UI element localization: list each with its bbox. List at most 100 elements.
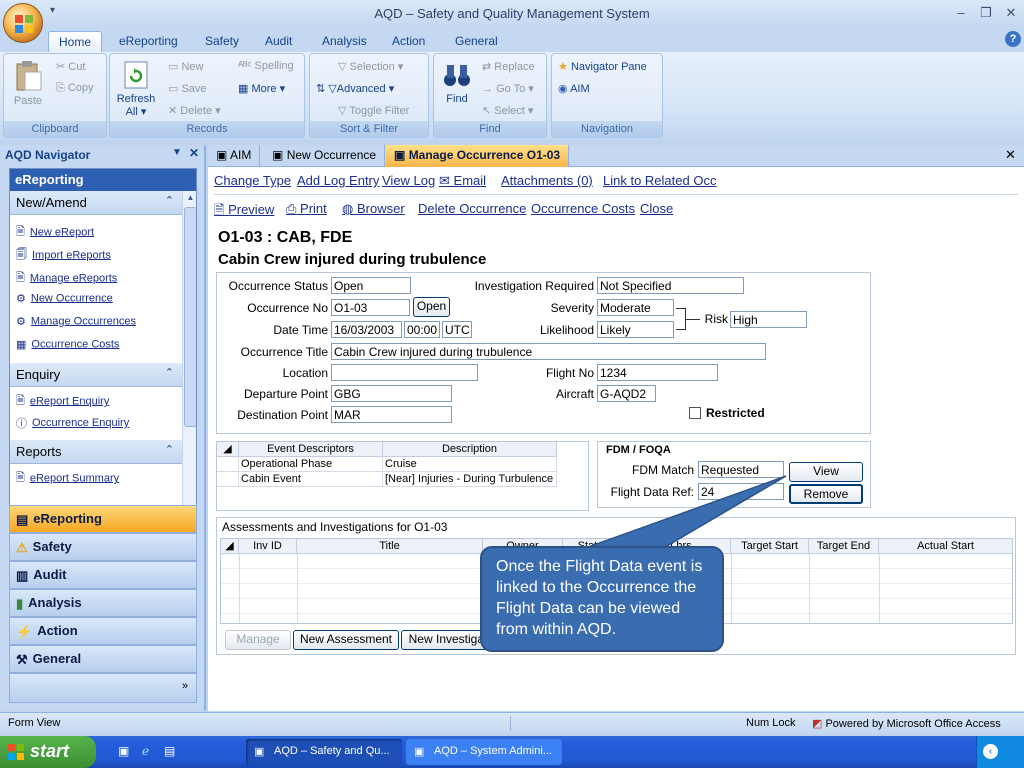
- nav-general-button[interactable]: ⚒ General: [9, 645, 197, 673]
- investigation-field[interactable]: Not Specified: [597, 277, 744, 294]
- replace-button[interactable]: ⇄ Replace: [482, 60, 535, 73]
- grid-selector-header[interactable]: ◢: [217, 442, 239, 457]
- table-cell[interactable]: [Near] Injuries - During Turbulence: [383, 472, 557, 487]
- new-assessment-button[interactable]: New Assessment: [293, 630, 399, 650]
- tab-ereporting[interactable]: eReporting: [109, 31, 188, 52]
- nav-ereport-summary[interactable]: 🗎 eReport Summary: [16, 469, 119, 489]
- doc-tab-new-occurrence[interactable]: ▣ New Occurrence: [264, 145, 386, 167]
- grid-selector-header[interactable]: ◢: [221, 539, 239, 554]
- delete-button[interactable]: ✕ Delete ▾: [168, 104, 221, 117]
- browser-link[interactable]: ◍ Browser: [342, 201, 405, 217]
- risk-field[interactable]: High: [730, 311, 807, 328]
- fdm-remove-button[interactable]: Remove: [789, 484, 863, 504]
- start-button[interactable]: start: [0, 736, 96, 768]
- location-field[interactable]: [331, 364, 478, 381]
- date-field[interactable]: 16/03/2003: [331, 321, 402, 338]
- office-button[interactable]: [3, 3, 43, 43]
- save-button[interactable]: ▭ Save: [168, 82, 207, 95]
- delete-occurrence-link[interactable]: Delete Occurrence: [418, 201, 526, 216]
- nav-occurrence-enquiry[interactable]: ⓘ Occurrence Enquiry: [16, 415, 129, 435]
- email-link[interactable]: ✉ Email: [439, 173, 486, 189]
- toggle-filter-button[interactable]: ▽ Toggle Filter: [338, 104, 409, 117]
- close-link[interactable]: Close: [640, 201, 673, 216]
- selection-button[interactable]: ▽ Selection ▾: [338, 60, 403, 73]
- quicklaunch-app-icon[interactable]: ▤: [164, 744, 175, 758]
- severity-field[interactable]: Moderate: [597, 299, 674, 316]
- view-log-link[interactable]: View Log: [382, 173, 435, 188]
- doc-tab-aim[interactable]: ▣ AIM: [208, 145, 261, 167]
- advanced-button[interactable]: ⇅ ▽Advanced ▾: [316, 82, 394, 95]
- nav-new-ereport[interactable]: 🗎 New eReport: [16, 223, 94, 243]
- tab-audit[interactable]: Audit: [255, 31, 302, 52]
- goto-button[interactable]: → Go To ▾: [482, 82, 534, 95]
- table-cell[interactable]: Cruise: [383, 457, 557, 472]
- doc-tab-manage-occurrence[interactable]: ▣ Manage Occurrence O1-03: [386, 145, 570, 167]
- destination-field[interactable]: MAR: [331, 406, 452, 423]
- flightno-field[interactable]: 1234: [597, 364, 718, 381]
- title-field[interactable]: Cabin Crew injured during trubulence: [331, 343, 766, 360]
- occno-field[interactable]: O1-03: [331, 299, 410, 316]
- nav-audit-button[interactable]: ▥ Audit: [9, 561, 197, 589]
- taskbar-item-aqd-safety[interactable]: ▣ AQD – Safety and Qu...: [246, 739, 402, 765]
- departure-field[interactable]: GBG: [331, 385, 452, 402]
- copy-button[interactable]: ⎘ Copy: [56, 82, 94, 95]
- cut-button[interactable]: ✂ Cut: [56, 60, 85, 73]
- section-reports[interactable]: Reports ⌃: [10, 440, 182, 464]
- overflow-chevron-icon[interactable]: »: [182, 680, 188, 692]
- tab-general[interactable]: General: [445, 31, 508, 52]
- restricted-checkbox[interactable]: [689, 407, 701, 419]
- open-button[interactable]: Open: [413, 297, 450, 317]
- taskbar-item-aqd-admin[interactable]: ▣ AQD – System Admini...: [406, 739, 562, 765]
- navigator-close-icon[interactable]: ✕: [189, 146, 199, 160]
- occurrence-costs-link[interactable]: Occurrence Costs: [531, 201, 635, 216]
- quick-access-icon[interactable]: ▾: [50, 5, 55, 16]
- select-button[interactable]: ↖ Select ▾: [482, 104, 533, 117]
- link-related-occ-link[interactable]: Link to Related Occ: [603, 173, 716, 188]
- actual-start-header[interactable]: Actual Start: [879, 539, 1013, 554]
- manage-button[interactable]: Manage: [225, 630, 291, 650]
- paste-button[interactable]: Paste: [10, 60, 46, 107]
- row-selector[interactable]: [217, 472, 239, 487]
- nav-import-ereports[interactable]: 🗐 Import eReports: [16, 246, 111, 266]
- navigator-pane-button[interactable]: ★ Navigator Pane: [558, 60, 647, 73]
- close-document-icon[interactable]: ✕: [1005, 147, 1016, 163]
- nav-action-button[interactable]: ⚡ Action: [9, 617, 197, 645]
- add-log-entry-link[interactable]: Add Log Entry: [297, 173, 379, 188]
- likelihood-field[interactable]: Likely: [597, 321, 674, 338]
- table-cell[interactable]: Operational Phase: [239, 457, 383, 472]
- nav-occurrence-costs[interactable]: ▦ Occurrence Costs: [16, 338, 119, 358]
- new-button[interactable]: ▭ New: [168, 60, 203, 73]
- section-new-amend[interactable]: New/Amend ⌃: [10, 191, 182, 215]
- tab-home[interactable]: Home: [48, 31, 103, 52]
- inv-title-header[interactable]: Title: [297, 539, 483, 554]
- print-link[interactable]: ⎙ Print: [286, 201, 327, 217]
- preview-link[interactable]: 🗎 Preview: [214, 201, 274, 223]
- target-end-header[interactable]: Target End: [809, 539, 879, 554]
- tray-expand-icon[interactable]: ‹: [983, 744, 998, 759]
- tab-safety[interactable]: Safety: [195, 31, 249, 52]
- event-descriptors-header[interactable]: Event Descriptors: [239, 442, 383, 457]
- find-button[interactable]: Find: [438, 60, 476, 105]
- status-field[interactable]: Open: [331, 277, 411, 294]
- spelling-button[interactable]: ᴬᴮᶜ Spelling: [238, 60, 294, 72]
- tab-analysis[interactable]: Analysis: [312, 31, 377, 52]
- table-cell[interactable]: Cabin Event: [239, 472, 383, 487]
- quicklaunch-ie-icon[interactable]: ℯ: [142, 744, 149, 758]
- fdm-view-button[interactable]: View: [789, 462, 863, 482]
- help-icon[interactable]: ?: [1005, 31, 1021, 47]
- nav-safety-button[interactable]: ⚠ Safety: [9, 533, 197, 561]
- navigator-dropdown-icon[interactable]: ▼: [172, 147, 182, 158]
- change-type-link[interactable]: Change Type: [214, 173, 291, 188]
- quicklaunch-desktop-icon[interactable]: ▣: [118, 744, 129, 758]
- tab-action[interactable]: Action: [382, 31, 435, 52]
- minimize-icon[interactable]: –: [950, 4, 972, 22]
- inv-id-header[interactable]: Inv ID: [239, 539, 297, 554]
- close-icon[interactable]: ✕: [1000, 4, 1022, 22]
- time-field[interactable]: 00:00: [404, 321, 440, 338]
- nav-analysis-button[interactable]: ▮ Analysis: [9, 589, 197, 617]
- timezone-field[interactable]: UTC: [442, 321, 472, 338]
- restore-icon[interactable]: ❐: [975, 4, 997, 22]
- nav-new-occurrence[interactable]: ⚙ New Occurrence: [16, 292, 113, 312]
- refresh-all-button[interactable]: Refresh All ▾: [114, 60, 158, 118]
- aircraft-field[interactable]: G-AQD2: [597, 385, 656, 402]
